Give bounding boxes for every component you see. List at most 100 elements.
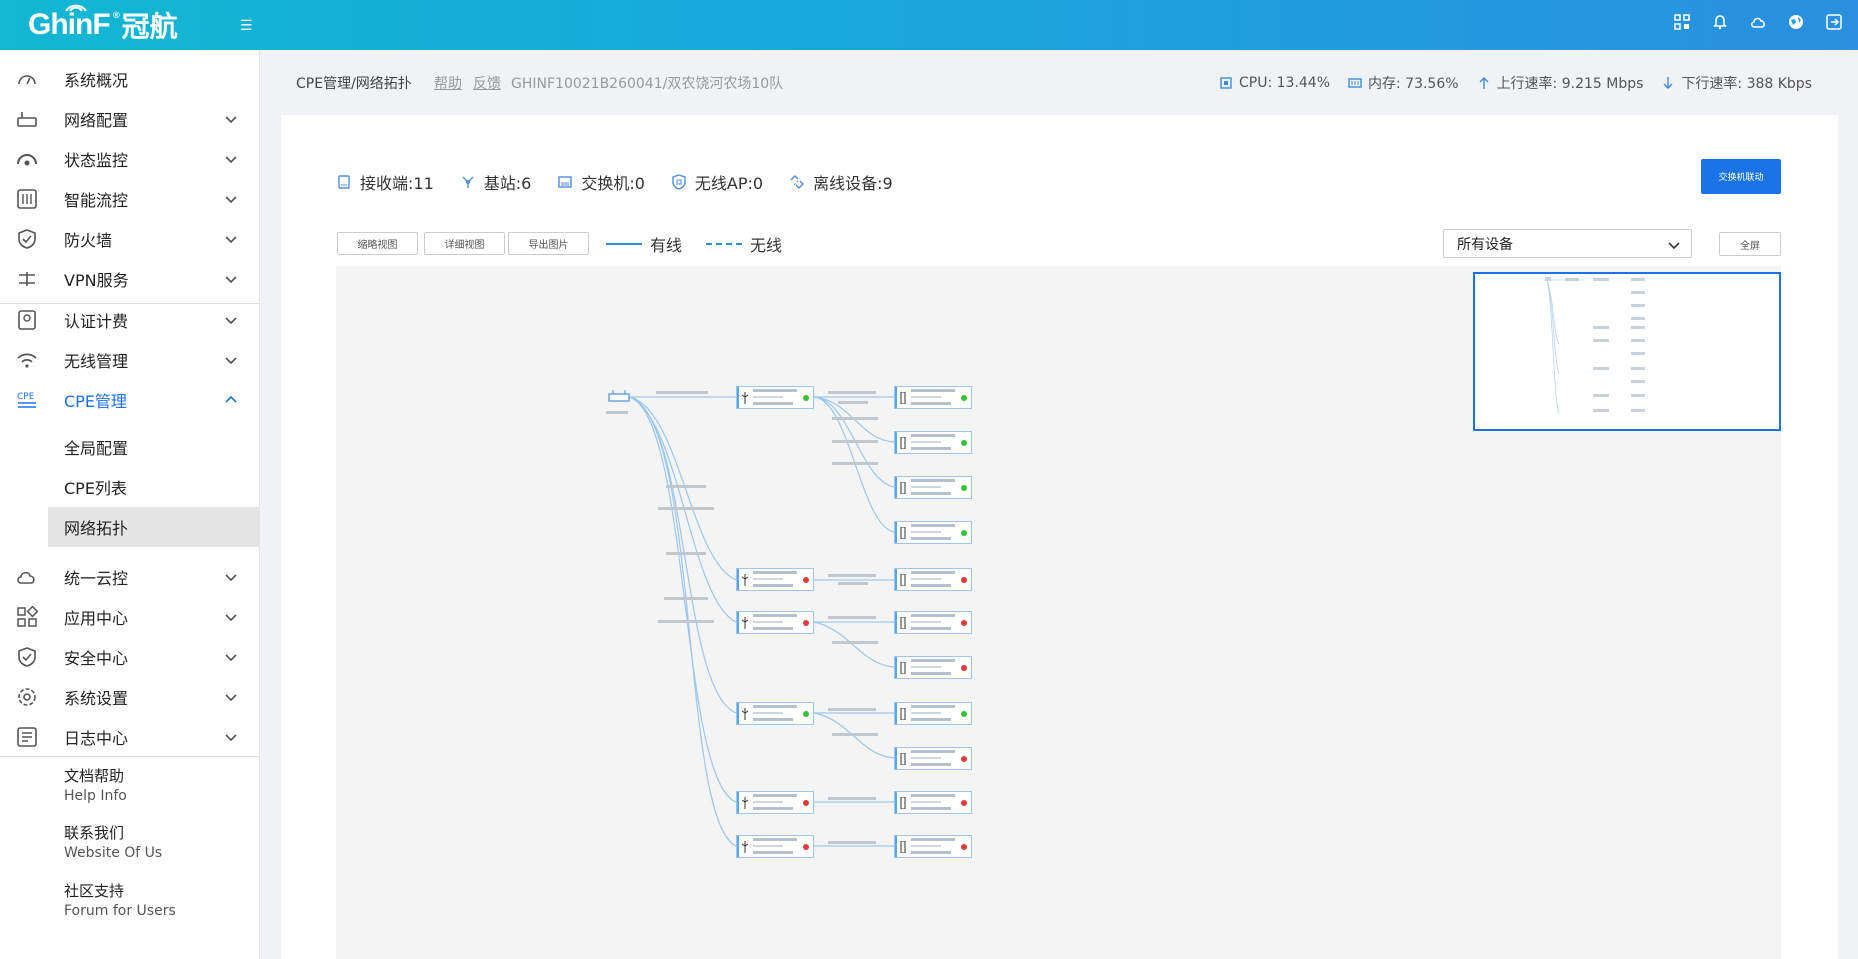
receiver-node[interactable] <box>894 568 972 591</box>
station-node[interactable] <box>736 702 814 725</box>
logout-icon[interactable] <box>1826 14 1842 30</box>
community-link[interactable]: 社区支持 Forum for Users <box>64 881 176 921</box>
device-counters: 接收端:11 基站:6 交换机:0 无线AP:0 离线设备:9 <box>336 170 893 194</box>
chevron-down-icon <box>225 236 237 244</box>
receiver-node[interactable] <box>894 521 972 544</box>
cpe-icon: CPE <box>17 392 36 408</box>
station-node[interactable] <box>736 568 814 591</box>
wireless-line-swatch <box>706 243 743 245</box>
link-rate-label <box>832 641 878 644</box>
bell-icon[interactable] <box>1712 14 1728 30</box>
receiver-node[interactable] <box>894 791 972 814</box>
link-legend: 有线 无线 <box>606 232 782 256</box>
offline-count: 离线设备:9 <box>789 170 893 194</box>
sidebar-item-app-center[interactable]: 应用中心 <box>0 597 259 637</box>
device-name: GHINF10021B260041/双农饶河农场10队 <box>511 76 784 92</box>
station-icon <box>742 797 748 809</box>
sidebar: 系统概况 网络配置 状态监控 智能流控 防火墙 VPN服务 认证计费 无线管理 … <box>0 50 260 959</box>
sidebar-item-overview[interactable]: 系统概况 <box>0 59 259 99</box>
chevron-up-icon <box>225 395 237 403</box>
chevron-down-icon <box>225 694 237 702</box>
link-rate-label <box>832 417 878 420</box>
receiver-node[interactable] <box>894 386 972 409</box>
arrow-up-icon <box>1479 77 1489 89</box>
logo-cn-text: 冠航 <box>121 10 178 43</box>
sidebar-item-wireless[interactable]: 无线管理 <box>0 340 259 380</box>
station-icon <box>742 574 748 586</box>
receiver-node[interactable] <box>894 476 972 499</box>
svg-text:CPE: CPE <box>17 392 35 402</box>
receiver-node[interactable] <box>894 702 972 725</box>
sidebar-item-label: 安全中心 <box>64 649 129 668</box>
help-docs-link[interactable]: 文档帮助 Help Info <box>64 766 127 806</box>
switch-icon <box>558 176 573 188</box>
device-filter-select[interactable]: 所有设备 <box>1443 229 1692 258</box>
help-link[interactable]: 帮助 <box>434 73 462 93</box>
upload-stat: 上行速率: 9.215 Mbps <box>1477 73 1643 93</box>
download-stat: 下行速率: 388 Kbps <box>1661 73 1812 93</box>
station-node[interactable] <box>736 791 814 814</box>
receiver-node[interactable] <box>894 835 972 858</box>
log-icon <box>17 727 37 747</box>
sidebar-item-auth-billing[interactable]: 认证计费 <box>0 300 259 340</box>
station-node[interactable] <box>736 386 814 409</box>
sidebar-item-system-settings[interactable]: 系统设置 <box>0 677 259 717</box>
link-rate-label <box>656 391 708 394</box>
link-rate-label <box>832 462 878 465</box>
gateway-router-icon[interactable] <box>608 389 630 405</box>
receiver-icon <box>900 437 906 449</box>
sidebar-item-label: VPN服务 <box>64 271 129 290</box>
cloud-icon[interactable] <box>1750 14 1766 30</box>
receiver-icon <box>900 708 906 720</box>
link-rate-label <box>828 797 876 800</box>
receiver-icon <box>900 841 906 853</box>
receiver-node[interactable] <box>894 747 972 770</box>
receiver-icon <box>900 617 906 629</box>
link-rate-label <box>666 552 706 555</box>
sidebar-item-firewall[interactable]: 防火墙 <box>0 219 259 259</box>
qrcode-icon[interactable] <box>1674 14 1690 30</box>
chevron-down-icon <box>225 734 237 742</box>
chevron-down-icon <box>225 574 237 582</box>
receiver-icon <box>900 482 906 494</box>
link-rate-label <box>664 597 708 600</box>
detail-view-button[interactable]: 详细视图 <box>424 232 505 255</box>
link-rate-label <box>828 841 876 844</box>
globe-icon[interactable] <box>1788 14 1804 30</box>
menu-toggle-icon[interactable]: ☰ <box>240 18 253 34</box>
fullscreen-button[interactable]: 全屏 <box>1719 232 1781 256</box>
switch-count: 交换机:0 <box>557 170 645 194</box>
contact-us-link[interactable]: 联系我们 Website Of Us <box>64 823 162 863</box>
system-stats: CPU: 13.44% 内存: 73.56% 上行速率: 9.215 Mbps … <box>1219 73 1812 93</box>
link-rate-label <box>658 620 714 623</box>
sidebar-sub-global-config[interactable]: 全局配置 <box>48 427 259 467</box>
topology-minimap[interactable] <box>1473 272 1781 431</box>
receiver-node[interactable] <box>894 611 972 634</box>
sidebar-item-network-config[interactable]: 网络配置 <box>0 99 259 139</box>
sidebar-item-traffic-control[interactable]: 智能流控 <box>0 179 259 219</box>
sidebar-item-cpe[interactable]: CPE CPE管理 <box>0 380 259 420</box>
thumbnail-view-button[interactable]: 缩略视图 <box>337 232 418 255</box>
receiver-node[interactable] <box>894 431 972 454</box>
link-rate-label <box>828 391 876 394</box>
sidebar-item-vpn[interactable]: VPN服务 <box>0 259 259 299</box>
switch-link-button[interactable]: 交换机联动 <box>1701 159 1781 194</box>
security-icon <box>18 647 36 667</box>
sidebar-item-security-center[interactable]: 安全中心 <box>0 637 259 677</box>
gauge-icon <box>17 154 37 166</box>
export-image-button[interactable]: 导出图片 <box>508 232 589 255</box>
sidebar-sub-cpe-list[interactable]: CPE列表 <box>48 467 259 507</box>
station-node[interactable] <box>736 835 814 858</box>
unlink-icon <box>790 175 805 189</box>
sidebar-item-status-monitor[interactable]: 状态监控 <box>0 139 259 179</box>
link-rate-label <box>658 507 714 510</box>
sidebar-item-label: 认证计费 <box>64 312 129 331</box>
sidebar-item-label: 无线管理 <box>64 352 129 371</box>
sidebar-sub-topology[interactable]: 网络拓扑 <box>48 507 259 547</box>
sidebar-item-cloud-control[interactable]: 统一云控 <box>0 557 259 597</box>
sidebar-item-log-center[interactable]: 日志中心 <box>0 717 259 757</box>
station-node[interactable] <box>736 611 814 634</box>
receiver-node[interactable] <box>894 656 972 679</box>
station-icon <box>742 841 748 853</box>
feedback-link[interactable]: 反馈 <box>473 73 501 93</box>
